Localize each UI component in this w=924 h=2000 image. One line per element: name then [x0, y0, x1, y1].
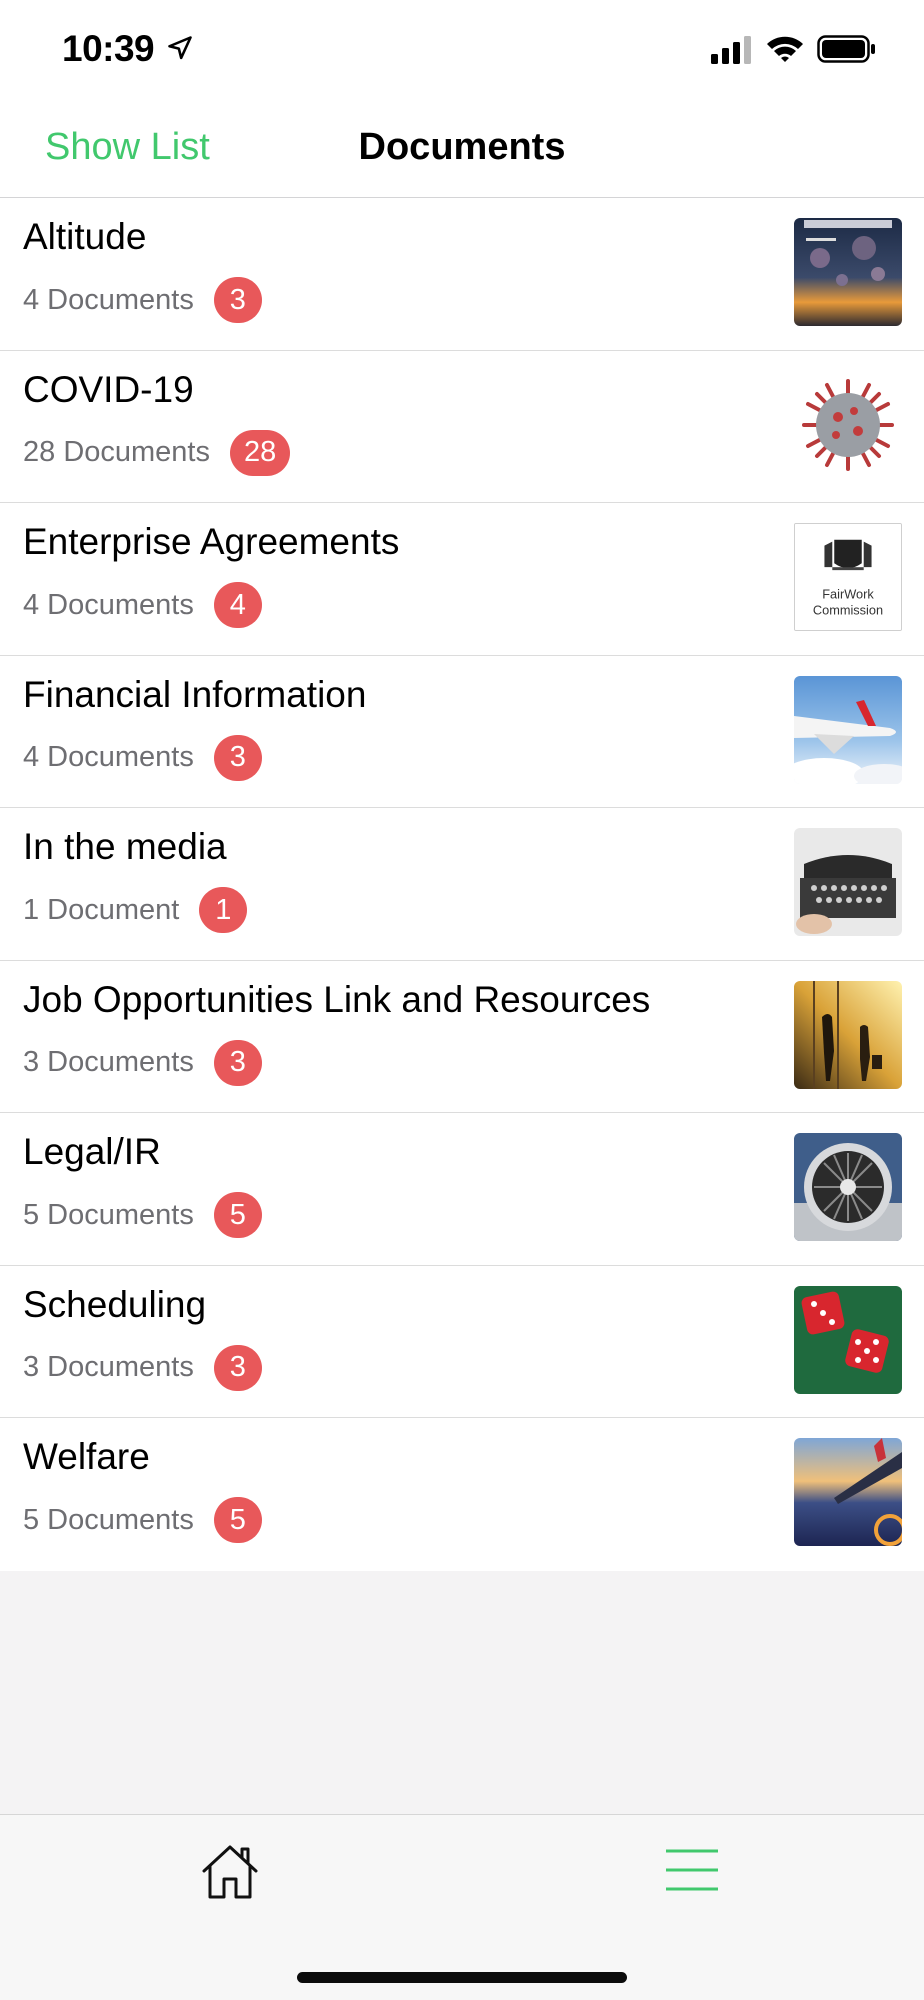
row-title: COVID-19 — [23, 368, 194, 410]
unread-badge: 5 — [213, 1497, 262, 1543]
unread-badge: 3 — [213, 277, 262, 323]
unread-badge: 5 — [213, 1192, 262, 1238]
row-title: Financial Information — [23, 673, 367, 715]
menu-icon[interactable] — [664, 1845, 720, 1895]
list-item[interactable]: Job Opportunities Link and Resources 3 D… — [0, 961, 924, 1113]
svg-text:FairWork: FairWork — [822, 587, 874, 602]
row-document-count: 1 Document — [23, 893, 180, 926]
row-document-count: 4 Documents — [23, 588, 194, 621]
documents-list: Altitude 4 Documents 3 COVID-19 28 Docum… — [0, 198, 924, 1571]
row-document-count: 28 Documents — [23, 436, 210, 468]
list-item[interactable]: Legal/IR 5 Documents 5 — [0, 1113, 924, 1266]
row-document-count: 4 Documents — [23, 283, 194, 316]
unread-badge: 1 — [199, 887, 248, 933]
row-title: In the media — [23, 826, 227, 867]
fairwork-commission-thumbnail: FairWork Commission — [794, 523, 902, 631]
red-dice-thumbnail — [794, 1285, 902, 1394]
page-title: Documents — [358, 126, 566, 168]
unread-badge: 3 — [213, 1039, 262, 1086]
unread-badge: 28 — [230, 429, 291, 476]
wifi-icon — [767, 36, 803, 62]
row-title: Legal/IR — [23, 1131, 161, 1172]
list-item[interactable]: In the media 1 Document 1 — [0, 808, 924, 961]
home-indicator[interactable] — [297, 1972, 627, 1983]
row-meta: 1 Document 1 — [23, 886, 248, 934]
plane-wing-sunset-thumbnail — [794, 1438, 902, 1546]
row-meta: 3 Documents 3 — [23, 1039, 262, 1087]
row-meta: 4 Documents 3 — [23, 276, 262, 324]
row-title: Scheduling — [23, 1283, 207, 1325]
navigation-bar: Show List Documents — [0, 100, 924, 198]
airport-travellers-thumbnail — [794, 980, 902, 1089]
home-icon[interactable] — [200, 1841, 260, 1901]
list-item[interactable]: Enterprise Agreements 4 Documents 4 Fair… — [0, 503, 924, 656]
row-title: Welfare — [23, 1436, 150, 1477]
row-document-count: 5 Documents — [23, 1198, 194, 1231]
covid-virus-thumbnail — [794, 370, 902, 479]
list-item[interactable]: Scheduling 3 Documents 3 — [0, 1266, 924, 1418]
battery-icon — [817, 35, 875, 63]
unread-badge: 3 — [213, 734, 262, 781]
row-document-count: 5 Documents — [23, 1503, 194, 1536]
list-item[interactable]: COVID-19 28 Documents 28 — [0, 351, 924, 503]
row-document-count: 4 Documents — [23, 741, 194, 773]
row-title: Job Opportunities Link and Resources — [23, 978, 651, 1020]
list-item[interactable]: Altitude 4 Documents 3 — [0, 198, 924, 351]
jet-engine-thumbnail — [794, 1133, 902, 1241]
svg-text:Commission: Commission — [813, 602, 883, 617]
row-title: Altitude — [23, 216, 147, 257]
qantas-plane-thumbnail — [794, 675, 902, 784]
unread-badge: 3 — [213, 1344, 262, 1391]
row-meta: 5 Documents 5 — [23, 1496, 262, 1544]
altitude-thumbnail — [794, 218, 902, 326]
row-meta: 4 Documents 3 — [23, 734, 262, 782]
unread-badge: 4 — [213, 582, 262, 628]
row-document-count: 3 Documents — [23, 1351, 194, 1383]
status-bar: 10:39 — [0, 0, 924, 100]
row-title: Enterprise Agreements — [23, 521, 400, 562]
row-meta: 3 Documents 3 — [23, 1344, 262, 1392]
row-meta: 5 Documents 5 — [23, 1191, 262, 1239]
row-meta: 4 Documents 4 — [23, 581, 262, 629]
typewriter-thumbnail — [794, 828, 902, 936]
status-time: 10:39 — [62, 28, 155, 69]
list-item[interactable]: Financial Information 4 Documents 3 — [0, 656, 924, 808]
list-item[interactable]: Welfare 5 Documents 5 — [0, 1418, 924, 1571]
cellular-signal-icon — [711, 36, 751, 64]
location-arrow-icon — [168, 36, 192, 60]
row-document-count: 3 Documents — [23, 1046, 194, 1078]
row-meta: 28 Documents 28 — [23, 429, 291, 477]
